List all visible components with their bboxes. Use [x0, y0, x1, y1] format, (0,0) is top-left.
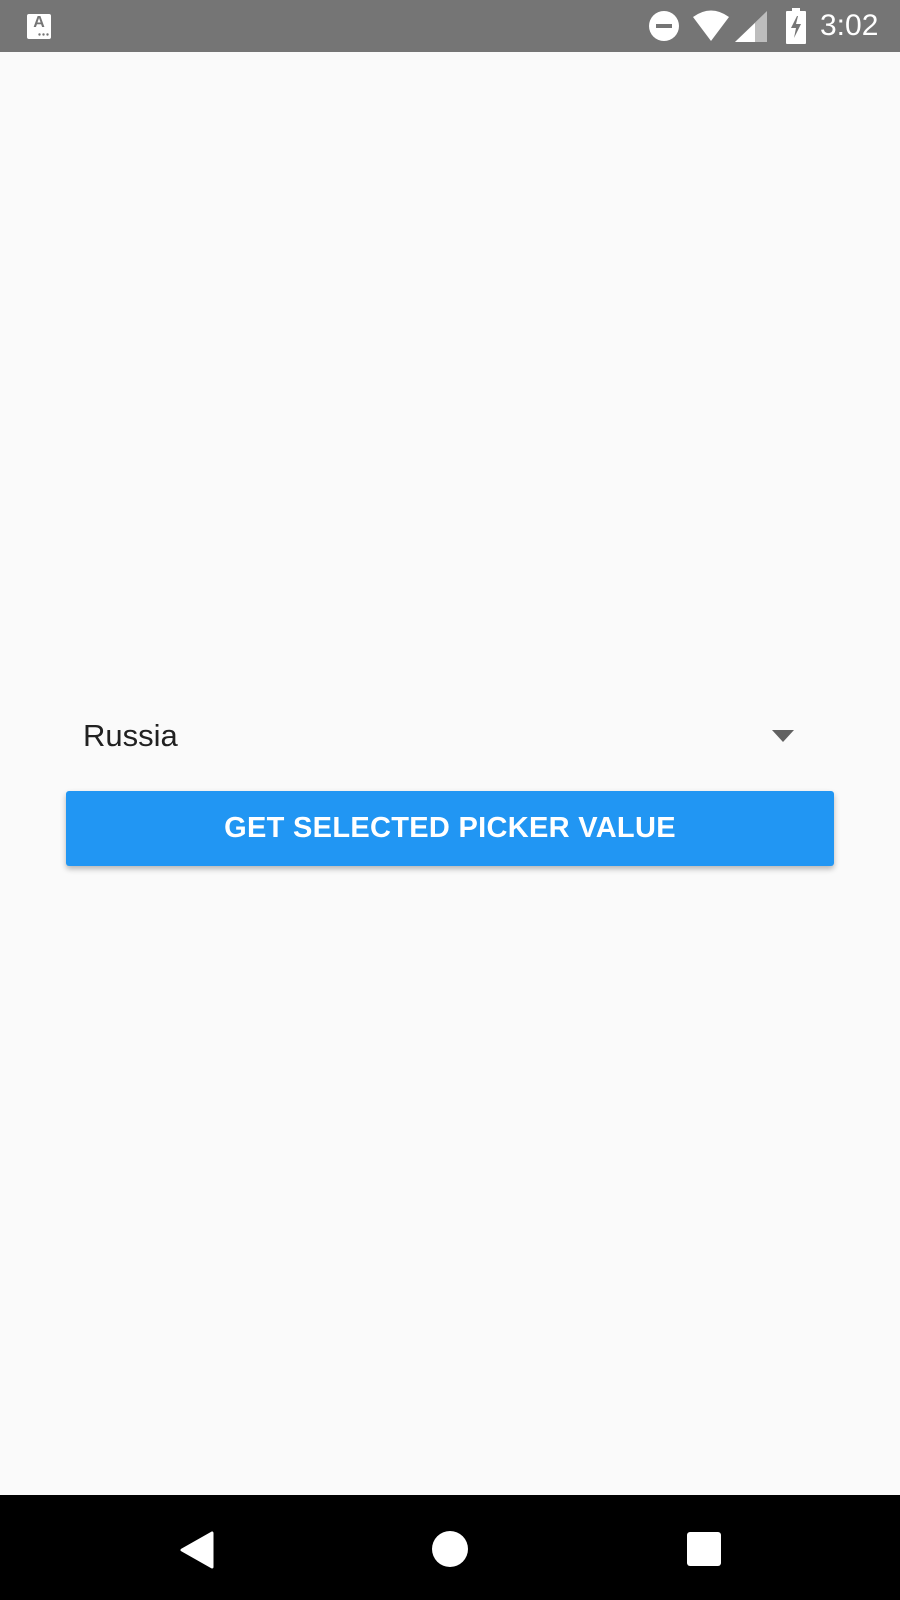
app-icon-dots [38, 33, 49, 36]
country-picker[interactable]: Russia [66, 705, 806, 769]
do-not-disturb-icon [649, 11, 679, 41]
recents-square-icon[interactable] [687, 1532, 721, 1566]
battery-charging-icon [786, 8, 806, 44]
font-download-icon: A [27, 14, 51, 39]
status-clock: 3:02 [820, 9, 879, 42]
navigation-bar [0, 1495, 900, 1600]
app-icon-letter: A [33, 14, 45, 31]
picker-selected-value: Russia [83, 718, 178, 753]
home-circle-icon[interactable] [432, 1531, 468, 1567]
cell-signal-icon [735, 11, 767, 42]
wifi-icon [693, 10, 729, 41]
status-bar: A 3:02 [0, 0, 900, 52]
caret-down-icon [772, 730, 794, 742]
back-triangle-icon[interactable] [180, 1531, 214, 1569]
get-selected-picker-value-button[interactable]: GET SELECTED PICKER VALUE [66, 791, 834, 866]
